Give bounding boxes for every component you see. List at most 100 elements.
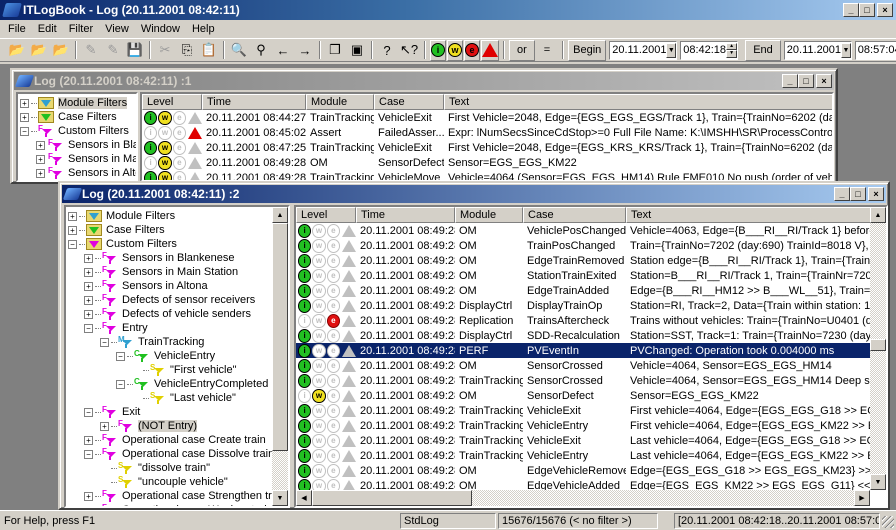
begin-time-spinner[interactable]: ▲ ▼: [726, 42, 738, 58]
log-row[interactable]: i w e 20.11.2001 08:49:28 OM SensorDefect Sens…: [296, 388, 886, 403]
tree-node[interactable]: + Module Filters: [68, 209, 288, 223]
column-header-case[interactable]: Case: [374, 94, 444, 110]
cut-button[interactable]: ✂: [154, 40, 176, 60]
scroll-down-icon[interactable]: ▼: [272, 490, 288, 506]
tree-node[interactable]: +F Sensors in Blank: [20, 138, 136, 152]
expand-icon[interactable]: +: [84, 309, 93, 319]
minimize-button[interactable]: _: [843, 3, 859, 17]
filter-info-button[interactable]: i: [430, 39, 446, 61]
close-button[interactable]: ×: [877, 3, 893, 17]
menu-filter[interactable]: Filter: [63, 23, 99, 35]
tree-node[interactable]: + Case Filters: [20, 110, 136, 124]
log-row[interactable]: i w e 20.11.2001 08:49:28 OM SensorDefect Sens…: [142, 155, 832, 170]
expand-icon[interactable]: +: [84, 253, 93, 263]
column-header-case[interactable]: Case: [523, 207, 626, 223]
expand-icon[interactable]: +: [84, 281, 93, 291]
list-vertical-scrollbar[interactable]: ▲ ▼: [870, 207, 886, 490]
tree-node[interactable]: − F Entry: [68, 321, 288, 335]
expand-icon[interactable]: +: [100, 421, 109, 431]
close-button[interactable]: ×: [868, 187, 884, 201]
tree-node[interactable]: + F Sensors in Altor: [20, 166, 136, 180]
expand-icon[interactable]: +: [84, 295, 93, 305]
find-previous-button[interactable]: ←: [272, 40, 294, 60]
menu-edit[interactable]: Edit: [32, 23, 63, 35]
expand-icon[interactable]: +: [68, 211, 77, 221]
end-time-picker[interactable]: 08:57:04 ▲▼: [854, 40, 896, 60]
tree-node[interactable]: + F Operational case Strengthen train: [68, 489, 288, 503]
minimize-button[interactable]: _: [834, 187, 850, 201]
tree-node[interactable]: + F (NOT Entry): [68, 419, 288, 433]
scroll-left-icon[interactable]: ◀: [296, 490, 312, 506]
tree-node[interactable]: + F Defects of vehicle senders: [68, 307, 288, 321]
tree-node[interactable]: − C VehicleEntry: [68, 349, 288, 363]
log-row[interactable]: i w e 20.11.2001 08:49:28 TrainTracking Vehic…: [296, 448, 886, 463]
log-window-1-title-bar[interactable]: Log (20.11.2001 08:42:11) :1 _ □ ×: [14, 72, 834, 90]
log-row[interactable]: i w e 20.11.2001 08:49:28 OM EdgeVehicleRemov…: [296, 463, 886, 478]
column-header-level[interactable]: Level: [296, 207, 356, 223]
chevron-down-icon[interactable]: ▼: [666, 42, 677, 58]
windows-button[interactable]: ❐: [324, 40, 346, 60]
maximize-button[interactable]: □: [859, 3, 875, 17]
chevron-down-icon[interactable]: ▼: [841, 42, 851, 58]
log-row[interactable]: i w e 20.11.2001 08:49:28 OM VehiclePosChange…: [296, 223, 886, 238]
tree-node[interactable]: + Module Filters: [20, 96, 136, 110]
column-header-text[interactable]: Text: [626, 207, 886, 223]
log-list[interactable]: Level Time Module Case Text i w e 20.11.2001 08:…: [294, 205, 888, 508]
log-row[interactable]: i w e 20.11.2001 08:49:28 OM SensorCrossed Veh…: [296, 358, 886, 373]
column-header-time[interactable]: Time: [356, 207, 455, 223]
collapse-icon[interactable]: −: [84, 407, 93, 417]
log-row[interactable]: i w e 20.11.2001 08:49:28 TrainTracking Senso…: [296, 373, 886, 388]
log-window-2-title-bar[interactable]: Log (20.11.2001 08:42:11) :2 _ □ ×: [62, 185, 886, 203]
begin-date-picker[interactable]: 20.11.2001 ▼: [609, 40, 678, 60]
app-title-bar[interactable]: ITLogBook - Log (20.11.2001 08:42:11) _ …: [0, 0, 896, 20]
filter-error-button[interactable]: e: [464, 39, 480, 61]
tree-node[interactable]: − M TrainTracking: [68, 335, 288, 349]
expand-icon[interactable]: +: [84, 435, 93, 445]
log-row[interactable]: i w e 20.11.2001 08:49:28 DisplayCtrl Display…: [296, 298, 886, 313]
log-row[interactable]: i w e 20.11.2001 08:49:28 OM TrainPosChanged T…: [296, 238, 886, 253]
copy-button[interactable]: ⎘: [176, 40, 198, 60]
log-row[interactable]: i w e 20.11.2001 08:47:25 TrainTracking Vehic…: [142, 140, 832, 155]
log-list[interactable]: Level Time Module Case Text i w e 20.11.2001 08:…: [140, 92, 834, 182]
log-row[interactable]: i w e 20.11.2001 08:49:28 TrainTracking Vehic…: [296, 403, 886, 418]
log-row[interactable]: i w e 20.11.2001 08:49:28 TrainTracking Vehic…: [296, 433, 886, 448]
tree-node[interactable]: + F Sensors in Blankenese: [68, 251, 288, 265]
tree-node[interactable]: + F Sensors in Main Station: [68, 265, 288, 279]
menu-window[interactable]: Window: [135, 23, 186, 35]
open-add-button[interactable]: 📂: [50, 40, 72, 60]
open-recent-button[interactable]: 📂: [28, 40, 50, 60]
paste-button[interactable]: 📋: [198, 40, 220, 60]
collapse-icon[interactable]: −: [84, 323, 93, 333]
find-button[interactable]: ⚲: [250, 40, 272, 60]
expand-icon[interactable]: +: [84, 491, 93, 501]
filter-tree[interactable]: + Module Filters + Case Filters − F Custom Fil…: [16, 92, 138, 182]
scroll-thumb[interactable]: [272, 223, 288, 451]
tree-node[interactable]: S "dissolve train": [68, 461, 288, 475]
collapse-icon[interactable]: −: [100, 337, 109, 347]
menu-view[interactable]: View: [99, 23, 135, 35]
column-header-time[interactable]: Time: [202, 94, 306, 110]
expand-icon[interactable]: +: [68, 225, 77, 235]
column-header-level[interactable]: Level: [142, 94, 202, 110]
log-row[interactable]: i w e 20.11.2001 08:49:28 PERF PVEventIn PVCha…: [296, 343, 886, 358]
scroll-thumb[interactable]: [870, 339, 886, 351]
tree-node[interactable]: + F Operational case Weaken train: [68, 503, 288, 506]
log-row[interactable]: i w e 20.11.2001 08:49:28 DisplayCtrl SDD-Rec…: [296, 328, 886, 343]
equals-button[interactable]: =: [536, 40, 558, 61]
collapse-icon[interactable]: −: [20, 126, 29, 136]
collapse-icon[interactable]: −: [84, 449, 93, 459]
resize-grip[interactable]: [882, 516, 894, 528]
tree-node[interactable]: − Custom Filters: [68, 237, 288, 251]
save-filter-button[interactable]: ✎: [102, 40, 124, 60]
expand-icon[interactable]: +: [20, 112, 29, 122]
log-row[interactable]: i w e 20.11.2001 08:49:28 Replication TrainsA…: [296, 313, 886, 328]
tree-node[interactable]: + F Operational case Create train: [68, 433, 288, 447]
maximize-button[interactable]: □: [850, 187, 866, 201]
tree-node[interactable]: S "First vehicle": [68, 363, 288, 377]
expand-icon[interactable]: +: [84, 505, 93, 506]
find-next-button[interactable]: →: [294, 40, 316, 60]
tree-node[interactable]: − F Exit: [68, 405, 288, 419]
end-date-picker[interactable]: 20.11.2001 ▼: [783, 40, 852, 60]
scroll-down-icon[interactable]: ▼: [870, 474, 886, 490]
help-button[interactable]: ?: [376, 40, 398, 60]
